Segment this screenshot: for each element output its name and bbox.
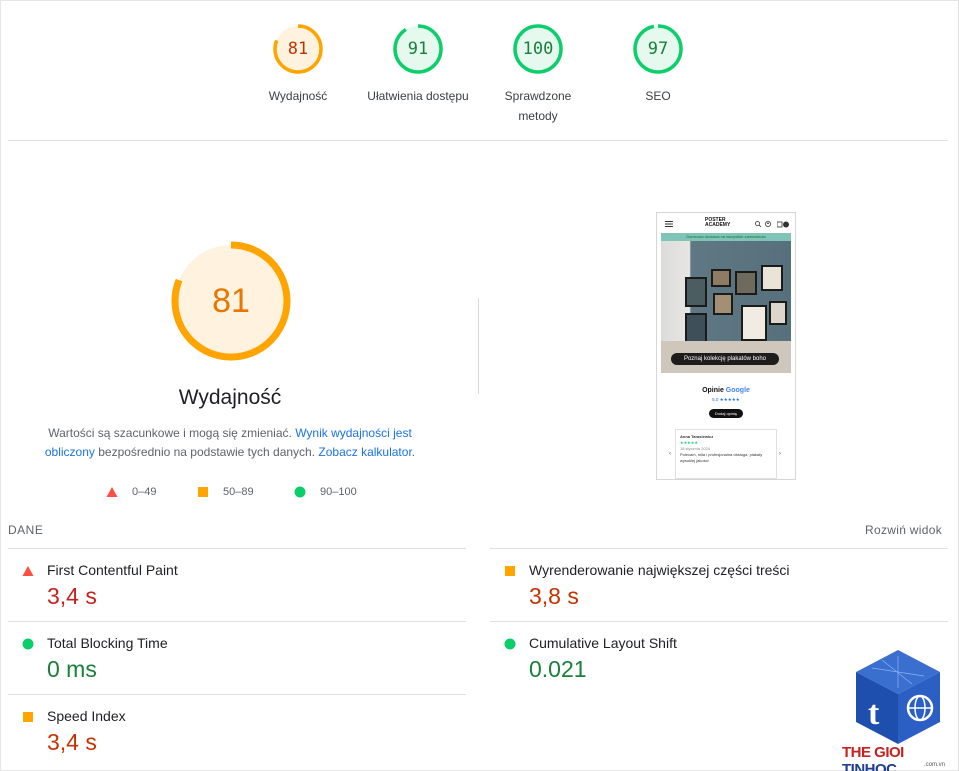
chevron-left-icon: ‹ [669, 451, 671, 457]
triangle-icon [22, 566, 34, 576]
metric-tbt: Total Blocking Time 0 ms [8, 621, 466, 694]
menu-icon [665, 221, 673, 227]
user-icon [765, 221, 771, 227]
poster-frame [685, 277, 707, 307]
calculator-link[interactable]: Zobacz kalkulator [318, 445, 411, 459]
poster-frame [711, 269, 731, 287]
square-icon [23, 712, 33, 722]
phone-rating: 5.0 ★★★★★ [712, 397, 740, 402]
gauge-label: Ułatwienia dostępu [367, 89, 469, 103]
divider [8, 140, 948, 141]
poster-frame [735, 271, 757, 295]
desc-text: . [411, 445, 416, 459]
metric-value: 3,4 s [47, 729, 97, 755]
performance-gauge-large: 81 [170, 240, 292, 362]
gauge-label: SEO [645, 89, 671, 103]
metric-name: Wyrenderowanie największej części treści [529, 562, 790, 578]
phone-header: POSTER ACADEMY [657, 213, 795, 233]
score-legend: 0–49 50–89 90–100 [0, 484, 480, 500]
legend-fail: 0–49 [106, 484, 156, 500]
phone-banner: Darmowa dostawa na wszystkie zamówienia [661, 233, 791, 241]
category-gauges: 81 Wydajność 91 Ułatwienia dostępu 100 S… [0, 22, 959, 132]
metrics-title: DANE [8, 523, 44, 537]
search-icon [755, 221, 761, 227]
chevron-right-icon: › [779, 451, 781, 457]
watermark-text-red: THE GIOI [842, 744, 904, 761]
legend-pass: 90–100 [294, 484, 357, 500]
gauge-score: 100 [522, 39, 554, 59]
metric-value: 0.021 [529, 656, 587, 682]
circle-icon [504, 638, 516, 650]
review-text: Polecam, miła i profesjonalna obsługa, p… [680, 452, 763, 463]
metric-name: Speed Index [47, 708, 126, 724]
desc-text: bezpośrednio na podstawie tych danych. [94, 445, 319, 459]
gauge-score: 81 [287, 39, 309, 59]
opinions-text: Opinie [702, 387, 724, 394]
gauge-performance[interactable]: 81 Wydajność [243, 22, 353, 106]
gauge-label: Wydajność [268, 89, 328, 103]
gauge-score: 91 [407, 39, 429, 59]
performance-description: Wartości są szacunkowe i mogą się zmieni… [30, 424, 430, 462]
cart-icon [777, 221, 789, 228]
vertical-divider [478, 298, 479, 394]
metric-name: Total Blocking Time [47, 635, 168, 651]
poster-frame [741, 305, 767, 341]
performance-title: Wydajność [178, 386, 282, 409]
metric-speed-index: Speed Index 3,4 s [8, 694, 466, 767]
watermark-domain: .com.vn [924, 762, 946, 768]
phone-logo: POSTER ACADEMY [705, 218, 730, 228]
phone-cta-button: Poznaj kolekcję plakatów boho [671, 353, 779, 365]
phone-opinions-title: Opinie Google [657, 387, 795, 394]
metric-name: Cumulative Layout Shift [529, 635, 677, 651]
svg-text:t: t [868, 695, 880, 732]
legend-range: 50–89 [223, 486, 254, 498]
logo-line: ACADEMY [705, 222, 731, 228]
circle-icon [22, 638, 34, 650]
poster-frame [685, 313, 707, 343]
metric-name: First Contentful Paint [47, 562, 178, 578]
phone-review-button: Dodaj opinię [709, 409, 743, 418]
legend-average: 50–89 [197, 484, 254, 500]
gauge-accessibility[interactable]: 91 Ułatwienia dostępu [363, 22, 473, 106]
poster-frame [769, 301, 787, 325]
metric-lcp: Wyrenderowanie największej części treści… [490, 548, 948, 621]
gauge-label: Sprawdzone metody [483, 86, 593, 126]
gauge-seo[interactable]: 97 SEO [603, 22, 713, 106]
performance-score: 81 [212, 282, 250, 320]
metric-value: 0 ms [47, 656, 97, 682]
watermark-text-blue: TINHOC [842, 761, 897, 771]
triangle-icon [106, 487, 118, 497]
gauge-label-line1: Sprawdzone [504, 89, 572, 103]
legend-range: 0–49 [132, 486, 157, 498]
google-text: Google [725, 387, 750, 394]
legend-range: 90–100 [320, 486, 357, 498]
gauge-best-practices[interactable]: 100 Sprawdzone metody [483, 22, 593, 126]
circle-icon [294, 486, 306, 498]
square-icon [505, 566, 515, 576]
expand-view-toggle[interactable]: Rozwiń widok [865, 523, 942, 537]
square-icon [198, 487, 208, 497]
metric-value: 3,8 s [529, 583, 579, 609]
metric-value: 3,4 s [47, 583, 97, 609]
gauge-label-line2: metody [518, 109, 558, 123]
poster-frame [713, 293, 733, 315]
gauge-score: 97 [647, 39, 669, 59]
metric-fcp: First Contentful Paint 3,4 s [8, 548, 466, 621]
phone-review-card: Anna Tarasiewicz ★★★★★ 18 stycznia 2024 … [675, 429, 777, 479]
poster-frame [761, 265, 783, 291]
page-screenshot-thumbnail[interactable]: POSTER ACADEMY Darmowa dostawa na wszystk… [656, 212, 796, 480]
desc-text: Wartości są szacunkowe i mogą się zmieni… [48, 426, 296, 440]
